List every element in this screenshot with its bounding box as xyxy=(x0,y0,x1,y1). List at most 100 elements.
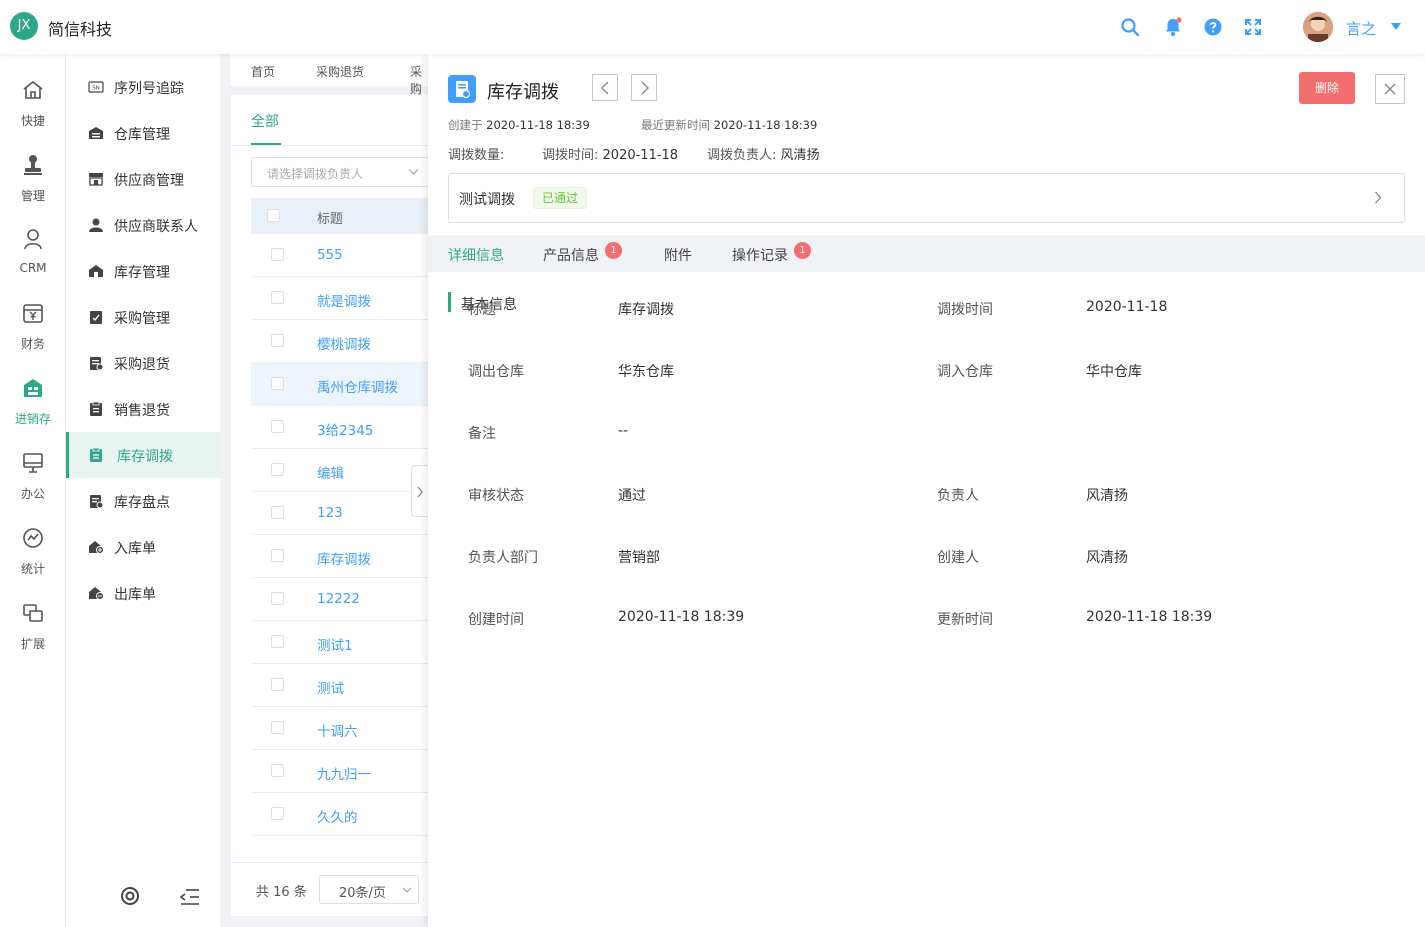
field-label: 创建时间 xyxy=(468,612,524,628)
submenu-item-purchase[interactable]: 采购管理 xyxy=(66,294,220,340)
table-row[interactable]: 调拨的人儿 xyxy=(251,836,430,850)
close-button[interactable] xyxy=(1375,74,1405,104)
table-row[interactable]: 编辑 xyxy=(251,449,430,492)
rail-label: 进销存 xyxy=(14,412,51,426)
rail-item-quick[interactable]: 快捷 xyxy=(0,78,66,148)
page-size-select[interactable]: 20条/页 xyxy=(319,875,419,904)
row-checkbox[interactable] xyxy=(271,678,284,691)
table-row[interactable]: 就是调拨 xyxy=(251,277,430,320)
submenu-item-inventory[interactable]: 库存管理 xyxy=(66,248,220,294)
submenu-item-purchase-return[interactable]: 采购退货 xyxy=(66,340,220,386)
user-name[interactable]: 言之 xyxy=(1346,18,1376,39)
row-checkbox[interactable] xyxy=(271,248,284,261)
table-row[interactable]: 555 xyxy=(251,234,430,277)
app-logo[interactable]: JX xyxy=(10,12,38,40)
row-checkbox[interactable] xyxy=(271,592,284,605)
table-row[interactable]: 123 xyxy=(251,492,430,535)
row-checkbox[interactable] xyxy=(271,721,284,734)
table-row[interactable]: 3给2345 xyxy=(251,406,430,449)
table-row[interactable]: 库存调拨 xyxy=(251,535,430,578)
row-title-link[interactable]: 十调六 xyxy=(317,720,358,740)
owner-filter-select[interactable]: 请选择调拨负责人 xyxy=(251,157,431,187)
row-title-link[interactable]: 禹州仓库调拨 xyxy=(317,376,398,396)
submenu-item-supplier[interactable]: 供应商管理 xyxy=(66,156,220,202)
submenu-item-inbound[interactable]: 入库单 xyxy=(66,524,220,570)
next-record-button[interactable] xyxy=(631,74,657,101)
select-all-checkbox[interactable] xyxy=(267,209,280,222)
row-title-link[interactable]: 3给2345 xyxy=(317,419,373,439)
row-title-link[interactable]: 555 xyxy=(317,247,343,263)
tab-product-info[interactable]: 产品信息 xyxy=(543,245,599,265)
row-checkbox[interactable] xyxy=(271,420,284,433)
sales-return-icon xyxy=(90,402,102,416)
field-label: 负责人部门 xyxy=(468,550,538,566)
row-checkbox[interactable] xyxy=(271,377,284,390)
submenu-item-transfer[interactable]: 库存调拨 xyxy=(66,432,220,478)
tab-operation-log[interactable]: 操作记录 xyxy=(732,245,788,265)
tab-purchase-return[interactable]: 采购退货 xyxy=(316,63,364,80)
avatar[interactable] xyxy=(1303,12,1333,42)
collapse-drawer-button[interactable] xyxy=(411,465,428,517)
submenu-item-sales-return[interactable]: 销售退货 xyxy=(66,386,220,432)
row-title-link[interactable]: 库存调拨 xyxy=(317,548,371,568)
row-title-link[interactable]: 九九归一 xyxy=(317,763,371,783)
row-title-link[interactable]: 调拨的人儿 xyxy=(317,849,385,850)
table-row[interactable]: 测试 xyxy=(251,664,430,707)
row-checkbox[interactable] xyxy=(271,807,284,820)
table-row[interactable]: 十调六 xyxy=(251,707,430,750)
submenu-item-contact[interactable]: 供应商联系人 xyxy=(66,202,220,248)
submenu-item-serial[interactable]: SN 序列号追踪 xyxy=(66,64,220,110)
row-checkbox[interactable] xyxy=(271,334,284,347)
row-checkbox[interactable] xyxy=(271,506,284,519)
row-title-link[interactable]: 123 xyxy=(317,505,343,521)
row-title-link[interactable]: 测试 xyxy=(317,677,344,697)
row-title-link[interactable]: 就是调拨 xyxy=(317,290,371,310)
tab-detail-info[interactable]: 详细信息 xyxy=(448,245,504,265)
row-checkbox[interactable] xyxy=(271,463,284,476)
table-row[interactable]: 久久的 xyxy=(251,793,430,836)
table-row[interactable]: 九九归一 xyxy=(251,750,430,793)
rail-item-crm[interactable]: CRM xyxy=(0,227,66,297)
field-value: 2020-11-18 18:39 xyxy=(618,609,745,625)
row-checkbox[interactable] xyxy=(271,549,284,562)
help-icon[interactable] xyxy=(1203,17,1223,37)
table-row[interactable]: 12222 xyxy=(251,578,430,621)
rail-item-finance[interactable]: 财务 xyxy=(0,301,66,371)
submenu-label: 序列号追踪 xyxy=(114,81,184,97)
fullscreen-icon[interactable] xyxy=(1243,17,1263,37)
row-title-link[interactable]: 测试1 xyxy=(317,634,353,654)
search-icon[interactable] xyxy=(1120,17,1140,37)
rail-item-inventory[interactable]: 进销存 xyxy=(0,376,66,446)
submenu-item-warehouse[interactable]: 仓库管理 xyxy=(66,110,220,156)
tab-purchase[interactable]: 采购 xyxy=(410,63,430,97)
approval-flow-card[interactable]: 测试调拨 已通过 xyxy=(448,173,1405,223)
chevron-right-icon xyxy=(417,486,423,498)
submenu-item-stocktake[interactable]: 库存盘点 xyxy=(66,478,220,524)
row-title-link[interactable]: 编辑 xyxy=(317,462,344,482)
table-row[interactable]: 测试1 xyxy=(251,621,430,664)
tab-home[interactable]: 首页 xyxy=(251,63,275,80)
chevron-down-icon[interactable] xyxy=(1391,23,1401,30)
rail-item-extend[interactable]: 扩展 xyxy=(0,601,66,671)
submenu-item-outbound[interactable]: 出库单 xyxy=(66,570,220,616)
settings-icon[interactable] xyxy=(120,886,140,906)
home-icon xyxy=(23,80,43,99)
row-title-link[interactable]: 12222 xyxy=(317,591,360,607)
rail-item-stats[interactable]: 统计 xyxy=(0,526,66,596)
delete-button[interactable]: 删除 xyxy=(1299,72,1355,104)
row-title-link[interactable]: 久久的 xyxy=(317,806,358,826)
quantity-label: 调拨数量: xyxy=(448,148,505,163)
tab-all[interactable]: 全部 xyxy=(251,111,279,131)
row-title-link[interactable]: 樱桃调拨 xyxy=(317,333,371,353)
table-row[interactable]: 樱桃调拨 xyxy=(251,320,430,363)
table-row[interactable]: 禹州仓库调拨 xyxy=(251,363,430,406)
row-checkbox[interactable] xyxy=(271,635,284,648)
row-checkbox[interactable] xyxy=(271,291,284,304)
collapse-menu-icon[interactable] xyxy=(180,888,200,906)
rail-item-office[interactable]: 办公 xyxy=(0,451,66,521)
row-checkbox[interactable] xyxy=(271,764,284,777)
tab-attachments[interactable]: 附件 xyxy=(664,245,692,265)
prev-record-button[interactable] xyxy=(592,74,618,101)
rail-item-manage[interactable]: 管理 xyxy=(0,153,66,223)
bell-icon[interactable] xyxy=(1163,17,1183,37)
